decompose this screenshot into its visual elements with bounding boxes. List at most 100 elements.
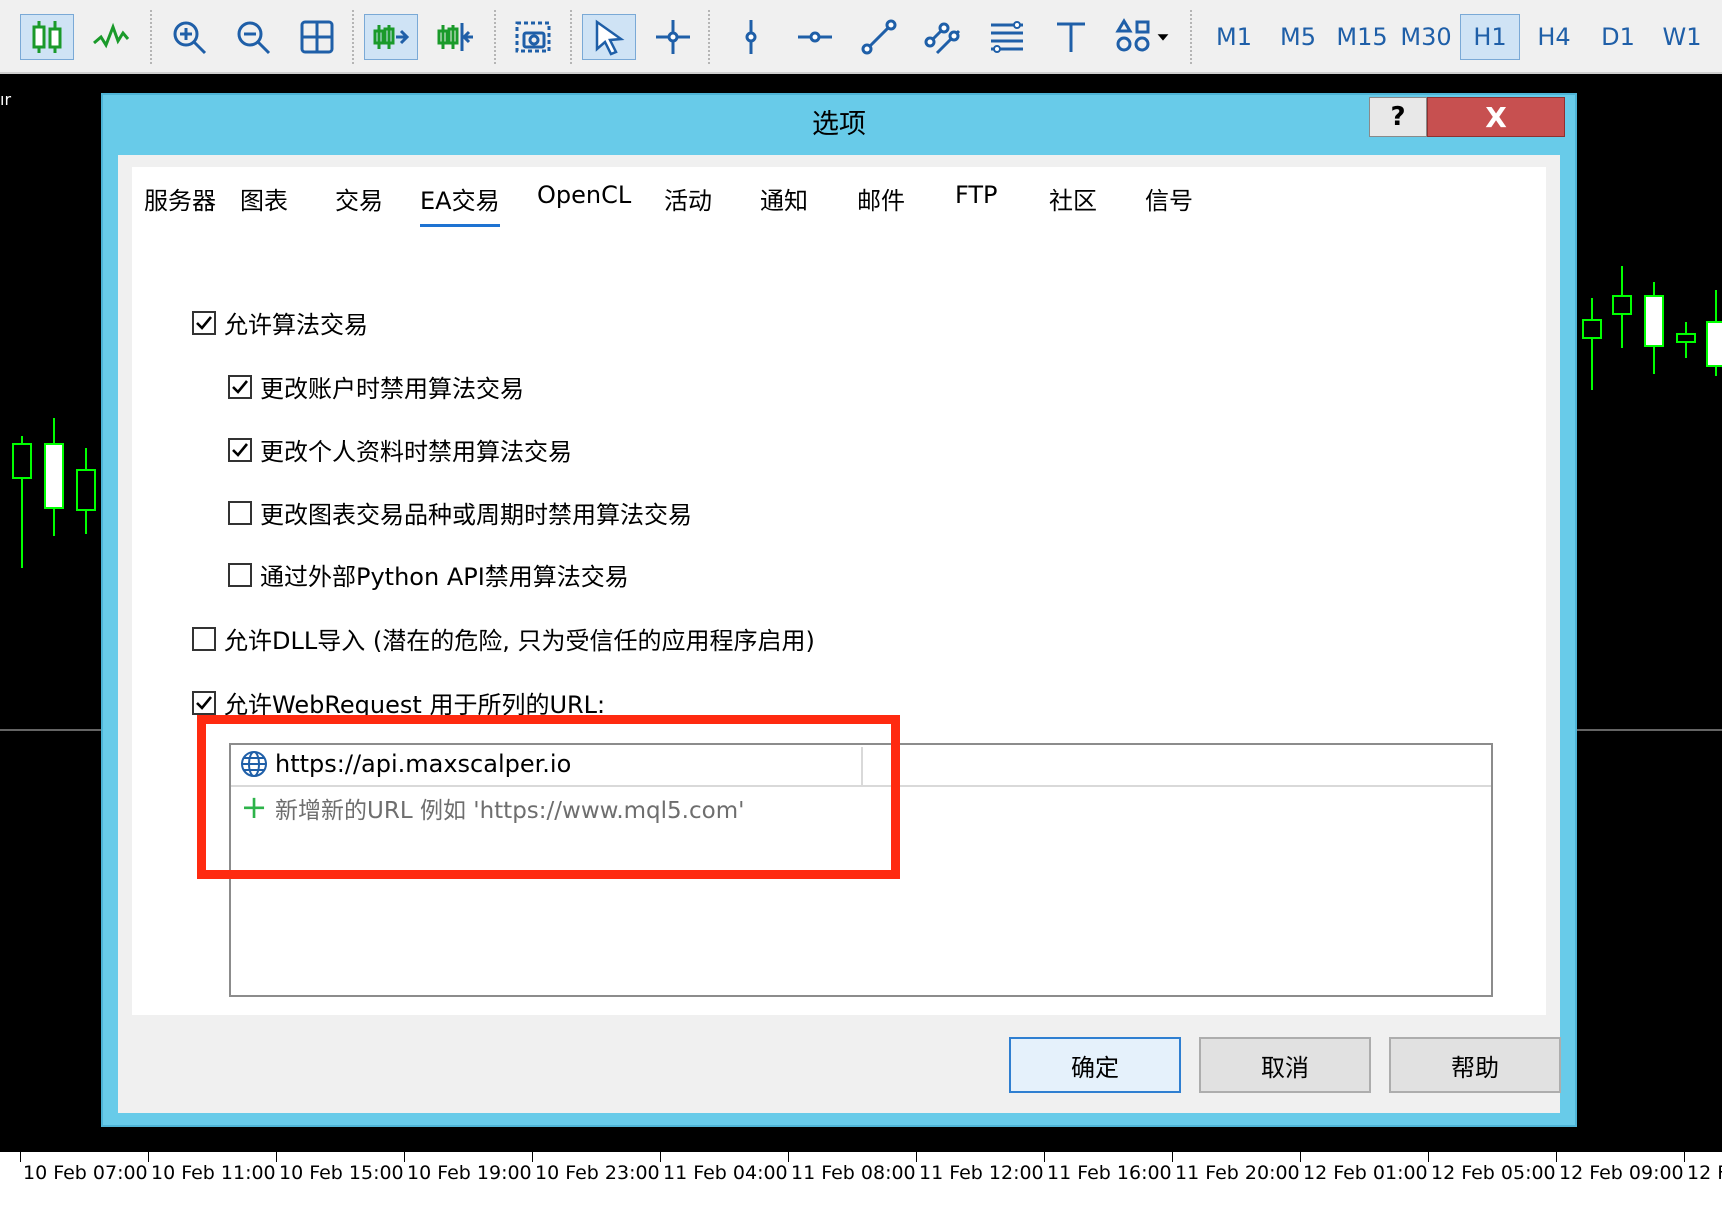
ok-button[interactable]: 确定 — [1009, 1037, 1181, 1093]
time-tick — [788, 1152, 789, 1162]
tab-email[interactable]: 邮件 — [857, 181, 905, 224]
checkbox-disable-on-profile-change[interactable] — [228, 437, 252, 462]
tab-server[interactable]: 服务器 — [144, 181, 216, 224]
time-label: 11 Feb 04:00 — [663, 1162, 788, 1184]
text-tool-button[interactable] — [1044, 14, 1098, 60]
time-tick — [20, 1152, 21, 1162]
timeframe-m30[interactable]: M30 — [1396, 14, 1456, 60]
camera-icon — [515, 21, 551, 53]
url-list-row[interactable]: https://api.maxscalper.io — [231, 745, 1491, 787]
chart-shift-button[interactable] — [428, 14, 482, 60]
zoom-in-button[interactable] — [162, 14, 216, 60]
option-label: 更改账户时禁用算法交易 — [260, 375, 524, 403]
checkbox-disable-on-account-change[interactable] — [228, 374, 252, 399]
checkmark-icon — [232, 379, 249, 394]
line-chart-button[interactable] — [84, 14, 138, 60]
timeframe-m1[interactable]: M1 — [1204, 14, 1264, 60]
tile-windows-button[interactable] — [290, 14, 344, 60]
checkbox-disable-via-python-api[interactable] — [228, 562, 252, 587]
toolbar-separator — [570, 10, 572, 64]
tab-panel: 服务器 图表 交易 EA交易 OpenCL 活动 通知 邮件 FTP 社区 信号… — [132, 167, 1546, 1015]
trend-line-button[interactable] — [852, 14, 906, 60]
trend-line-icon — [861, 19, 897, 55]
close-button[interactable]: X — [1427, 97, 1565, 137]
fibonacci-button[interactable] — [980, 14, 1034, 60]
auto-scroll-button[interactable] — [364, 14, 418, 60]
time-label: 10 Feb 23:00 — [535, 1162, 660, 1184]
dialog-title: 选项 — [812, 109, 866, 140]
time-tick — [1044, 1152, 1045, 1162]
time-tick — [1172, 1152, 1173, 1162]
option-label: 更改个人资料时禁用算法交易 — [260, 438, 572, 466]
time-label: 12 Feb 05:00 — [1431, 1162, 1556, 1184]
option-disable-on-profile-change[interactable]: 更改个人资料时禁用算法交易 — [228, 432, 572, 467]
url-entry[interactable]: https://api.maxscalper.io — [239, 749, 571, 779]
time-axis: 10 Feb 07:00 10 Feb 11:00 10 Feb 15:00 1… — [0, 1150, 1722, 1206]
checkmark-icon — [196, 315, 213, 330]
tab-notifications[interactable]: 通知 — [760, 181, 808, 224]
timeframe-h1[interactable]: H1 — [1460, 14, 1520, 60]
candle-body — [44, 443, 64, 509]
option-label: 允许算法交易 — [224, 311, 368, 339]
tab-expert-advisors[interactable]: EA交易 — [420, 181, 500, 227]
zoom-out-button[interactable] — [226, 14, 280, 60]
shapes-dropdown-button[interactable] — [1108, 14, 1178, 60]
help-button[interactable]: 帮助 — [1389, 1037, 1561, 1093]
toolbar-separator — [1190, 10, 1192, 64]
cancel-button[interactable]: 取消 — [1199, 1037, 1371, 1093]
time-tick — [916, 1152, 917, 1162]
tab-trade[interactable]: 交易 — [335, 181, 383, 224]
tab-charts[interactable]: 图表 — [240, 181, 288, 224]
checkmark-icon — [232, 442, 249, 457]
crosshair-tool-button[interactable] — [646, 14, 700, 60]
screenshot-button[interactable] — [506, 14, 560, 60]
title-help-button[interactable]: ? — [1369, 97, 1427, 137]
time-label: 12 Feb 09:00 — [1559, 1162, 1684, 1184]
timeframe-h4[interactable]: H4 — [1524, 14, 1584, 60]
cursor-tool-button[interactable] — [582, 14, 636, 60]
candlestick-chart-button[interactable] — [20, 14, 74, 60]
column-separator — [861, 747, 863, 785]
equidistant-channel-button[interactable] — [916, 14, 970, 60]
time-tick — [1556, 1152, 1557, 1162]
checkbox-allow-algo-trading[interactable] — [192, 310, 216, 335]
time-tick — [1428, 1152, 1429, 1162]
tab-ftp[interactable]: FTP — [955, 181, 998, 217]
checkbox-allow-dll-imports[interactable] — [192, 626, 216, 651]
time-tick — [660, 1152, 661, 1162]
option-disable-on-account-change[interactable]: 更改账户时禁用算法交易 — [228, 369, 524, 404]
time-label: 11 Feb 16:00 — [1047, 1162, 1172, 1184]
timeframe-m15[interactable]: M15 — [1332, 14, 1392, 60]
vertical-line-button[interactable] — [724, 14, 778, 60]
time-label: 10 Feb 15:00 — [279, 1162, 404, 1184]
grid-icon — [300, 20, 334, 54]
timeframe-d1[interactable]: D1 — [1588, 14, 1648, 60]
time-label: 11 Feb 08:00 — [791, 1162, 916, 1184]
tab-opencl[interactable]: OpenCL — [537, 181, 631, 217]
horizontal-line-button[interactable] — [788, 14, 842, 60]
shapes-icon — [1115, 18, 1150, 52]
crosshair-icon — [656, 20, 690, 54]
option-allow-dll-imports[interactable]: 允许DLL导入 (潜在的危险, 只为受信任的应用程序启用) — [192, 621, 815, 656]
option-disable-on-symbol-period-change[interactable]: 更改图表交易品种或周期时禁用算法交易 — [228, 495, 692, 530]
option-disable-via-python-api[interactable]: 通过外部Python API禁用算法交易 — [228, 557, 629, 592]
time-tick — [276, 1152, 277, 1162]
add-url-row[interactable]: + 新增新的URL 例如 'https://www.mql5.com' — [239, 791, 745, 825]
option-label: 允许WebRequest 用于所列的URL: — [224, 691, 606, 719]
text-icon — [1057, 22, 1085, 52]
timeframe-m5[interactable]: M5 — [1268, 14, 1328, 60]
checkbox-allow-webrequest[interactable] — [192, 690, 216, 715]
tab-signals[interactable]: 信号 — [1145, 181, 1193, 224]
tab-community[interactable]: 社区 — [1049, 181, 1097, 224]
url-list[interactable]: https://api.maxscalper.io + 新增新的URL 例如 '… — [229, 743, 1493, 997]
checkbox-disable-on-symbol-period-change[interactable] — [228, 500, 252, 525]
toolbar-separator — [150, 10, 152, 64]
option-allow-algo-trading[interactable]: 允许算法交易 — [192, 305, 368, 340]
option-allow-webrequest[interactable]: 允许WebRequest 用于所列的URL: — [192, 685, 605, 720]
cursor-icon — [595, 19, 625, 56]
time-tick — [1300, 1152, 1301, 1162]
horizontal-line-icon — [798, 31, 832, 43]
tab-events[interactable]: 活动 — [664, 181, 712, 224]
time-label: 11 Feb 12:00 — [919, 1162, 1044, 1184]
timeframe-w1[interactable]: W1 — [1652, 14, 1712, 60]
